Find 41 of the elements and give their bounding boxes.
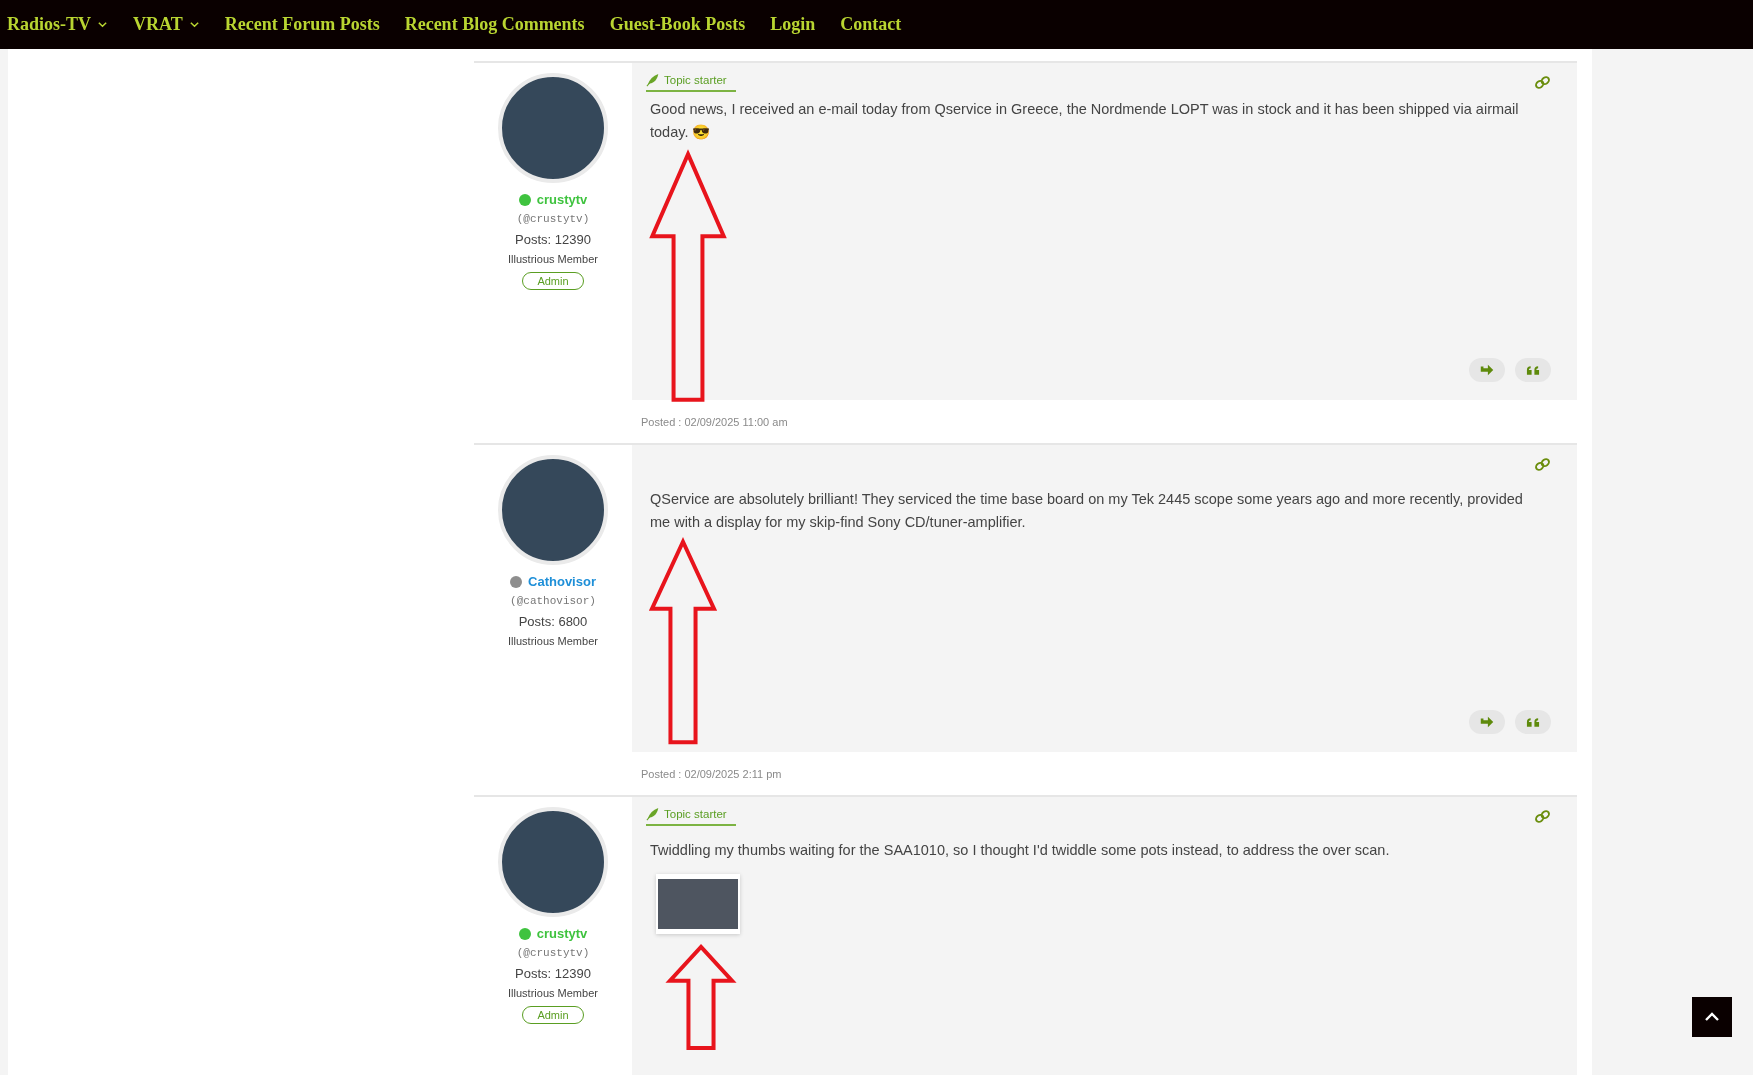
nav-link[interactable]: Recent Forum Posts [224, 14, 380, 35]
posted-date: Posted : 02/09/2025 2:11 pm [641, 767, 782, 780]
permalink-button[interactable] [1534, 809, 1551, 824]
post-text: Good news, I received an e-mail today from Qservice in Greece, the Nordmende LOPT was in stock and it has been shipped via airmail today. 😎 [650, 100, 1520, 142]
link-icon [1534, 457, 1551, 472]
quote-button[interactable] [1515, 358, 1551, 382]
user-handle: (@crustytv) [516, 213, 590, 225]
permalink-button[interactable] [1534, 75, 1551, 90]
quote-button[interactable] [1515, 710, 1551, 734]
post-text: QService are absolutely brilliant! They serviced the time base board on my Tek 2445 scope some years ago and more recently, provided me with a display for my skip-find Sony CD/tuner-amplifier. [650, 490, 1524, 532]
quote-icon [1526, 716, 1540, 728]
username-link[interactable]: Cathovisor [528, 574, 596, 589]
topic-starter-label: Topic starter [646, 73, 736, 92]
reply-button[interactable] [1469, 710, 1505, 734]
topic-starter-label: Topic starter [646, 807, 736, 826]
post-text: Twiddling my thumbs waiting for the SAA1010, so I thought I'd twiddle some pots instead, to address the over scan. [650, 841, 1391, 860]
scroll-to-top-button[interactable] [1692, 997, 1732, 1037]
user-handle: (@cathovisor) [510, 595, 596, 607]
nav-link[interactable]: Recent Blog Comments [404, 14, 585, 35]
reply-button[interactable] [1469, 358, 1505, 382]
leaf-icon [646, 73, 660, 87]
member-rank: Illustrious Member [508, 253, 598, 265]
nav-link[interactable]: Login [770, 14, 816, 35]
nav-link[interactable]: Contact [840, 14, 902, 35]
nav-link[interactable]: Radios-TV [7, 14, 108, 35]
permalink-button[interactable] [1534, 457, 1551, 472]
member-rank: Illustrious Member [508, 987, 598, 999]
link-icon [1534, 809, 1551, 824]
link-icon [1534, 75, 1551, 90]
leaf-icon [646, 807, 660, 821]
nav-link[interactable]: Guest-Book Posts [609, 14, 746, 35]
reply-arrow-icon [1479, 363, 1495, 377]
nav-link[interactable]: VRAT [133, 14, 200, 35]
post-count: Posts: 6800 [518, 614, 588, 629]
member-rank: Illustrious Member [508, 635, 598, 647]
post-count: Posts: 12390 [515, 232, 591, 247]
quote-icon [1526, 364, 1540, 376]
post-count: Posts: 12390 [515, 966, 591, 981]
user-handle: (@crustytv) [516, 947, 590, 959]
reply-arrow-icon [1479, 715, 1495, 729]
posted-date: Posted : 02/09/2025 11:00 am [641, 415, 788, 428]
